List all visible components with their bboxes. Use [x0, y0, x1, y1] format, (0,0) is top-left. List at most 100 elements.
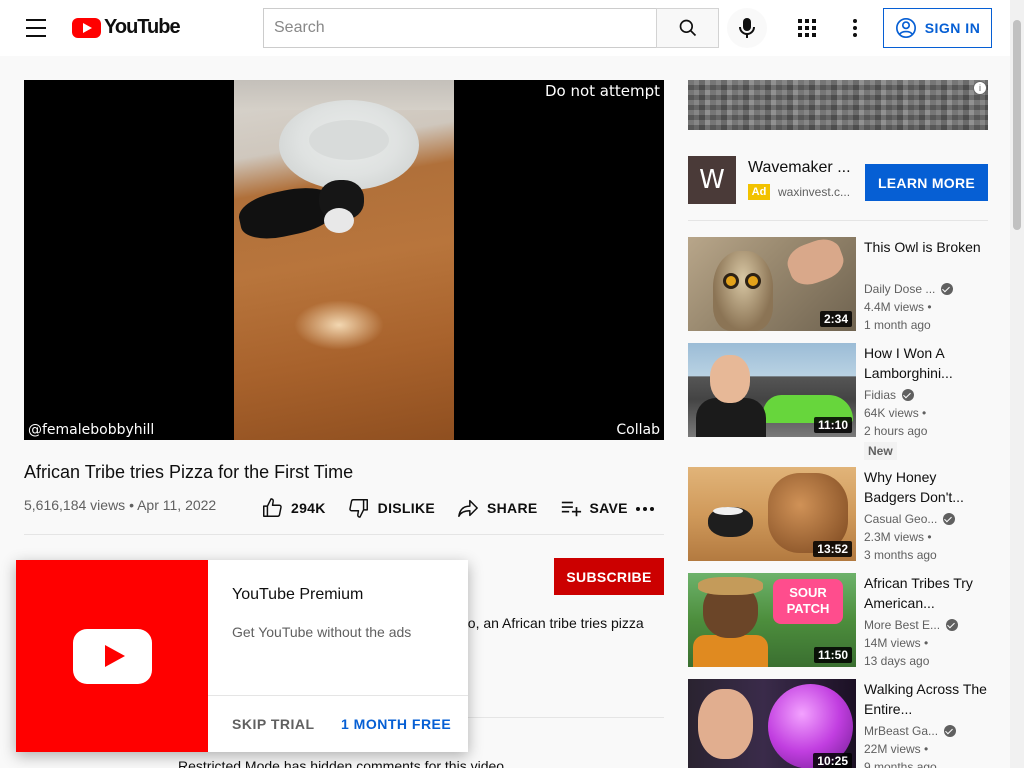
- recommended-video[interactable]: 13:52 Why Honey Badgers Don't... Casual …: [688, 467, 988, 562]
- premium-subtitle: Get YouTube without the ads: [232, 624, 412, 640]
- advertiser-avatar: W: [688, 156, 736, 204]
- ad-badge: Ad: [748, 184, 770, 200]
- advertiser-name: Wavemaker ...: [748, 159, 851, 176]
- video-player[interactable]: Do not attempt @femalebobbyhill Collab: [24, 80, 664, 440]
- upload-age: 3 months ago: [864, 548, 937, 562]
- video-title[interactable]: Why Honey Badgers Don't...: [864, 467, 988, 507]
- free-trial-button[interactable]: 1 MONTH FREE: [341, 716, 451, 732]
- save-button[interactable]: SAVE: [560, 497, 628, 519]
- restricted-mode-notice: Restricted Mode has hidden comments for …: [178, 758, 508, 768]
- recommended-video[interactable]: SOUR PATCH 11:50 African Tribes Try Amer…: [688, 573, 988, 668]
- view-count: 2.3M views •: [864, 530, 932, 544]
- voice-search-button[interactable]: [727, 8, 767, 48]
- upload-age: 1 month ago: [864, 318, 931, 332]
- divider: [688, 220, 988, 221]
- dislike-label: DISLIKE: [377, 500, 435, 516]
- youtube-play-icon: [72, 628, 152, 684]
- share-icon: [458, 499, 478, 517]
- video-caption-collab: Collab: [616, 422, 660, 438]
- video-thumbnail[interactable]: 2:34: [688, 237, 856, 331]
- advertiser-domain: waxinvest.c...: [778, 185, 851, 199]
- divider: [208, 695, 468, 696]
- view-count: 64K views •: [864, 406, 927, 420]
- channel-name[interactable]: Casual Geo...: [864, 512, 956, 526]
- video-duration: 11:50: [813, 647, 852, 663]
- recommended-video[interactable]: 11:10 How I Won A Lamborghini... Fidias …: [688, 343, 988, 460]
- masthead: YouTube SIGN IN: [0, 0, 1010, 56]
- recommended-video[interactable]: 10:25 Walking Across The Entire... MrBea…: [688, 679, 988, 768]
- ad-banner-image[interactable]: [688, 80, 988, 130]
- video-duration: 10:25: [813, 753, 852, 768]
- video-thumbnail[interactable]: SOUR PATCH 11:50: [688, 573, 856, 667]
- search-input[interactable]: [263, 8, 656, 48]
- video-thumbnail[interactable]: 10:25: [688, 679, 856, 768]
- new-badge: New: [864, 442, 897, 460]
- video-duration: 2:34: [819, 311, 852, 327]
- more-actions-icon[interactable]: [635, 499, 655, 519]
- verified-icon: [902, 389, 915, 401]
- youtube-logo[interactable]: YouTube: [72, 16, 181, 39]
- video-title[interactable]: How I Won A Lamborghini...: [864, 343, 988, 383]
- upload-age: 2 hours ago: [864, 424, 928, 438]
- account-icon: [895, 18, 916, 38]
- video-caption-top: Do not attempt: [544, 82, 660, 100]
- dog-bed-image: [279, 100, 419, 190]
- premium-promo-dialog: YouTube Premium Get YouTube without the …: [16, 560, 468, 752]
- skip-trial-button[interactable]: SKIP TRIAL: [232, 716, 315, 732]
- premium-title: YouTube Premium: [232, 586, 364, 603]
- video-actions: 294K DISLIKE SHARE SAVE: [255, 492, 650, 524]
- channel-name[interactable]: More Best E...: [864, 618, 959, 632]
- thumbs-up-icon: [263, 498, 282, 517]
- search-box: [263, 8, 719, 48]
- video-description: eo, an African tribe tries pizza: [460, 615, 644, 631]
- page-scrollbar[interactable]: [1010, 0, 1024, 768]
- channel-name-text: MrBeast Ga...: [864, 724, 939, 738]
- recommended-video[interactable]: 2:34 This Owl is Broken Daily Dose ... 4…: [688, 237, 988, 332]
- video-view-date: 5,616,184 views • Apr 11, 2022: [24, 497, 217, 513]
- sign-in-label: SIGN IN: [924, 20, 981, 36]
- video-duration: 13:52: [813, 541, 852, 557]
- channel-name[interactable]: Fidias: [864, 388, 915, 402]
- divider: [24, 534, 664, 535]
- dog-image: [235, 180, 369, 260]
- like-count: 294K: [291, 500, 326, 516]
- video-title[interactable]: African Tribes Try American...: [864, 573, 988, 613]
- channel-name[interactable]: Daily Dose ...: [864, 282, 954, 296]
- channel-name[interactable]: MrBeast Ga...: [864, 724, 957, 738]
- hamburger-menu-icon[interactable]: [24, 16, 48, 40]
- apps-grid-icon[interactable]: [795, 16, 819, 40]
- video-thumbnail[interactable]: 13:52: [688, 467, 856, 561]
- search-button[interactable]: [656, 8, 719, 48]
- dislike-button[interactable]: DISLIKE: [348, 497, 435, 519]
- video-thumbnail[interactable]: 11:10: [688, 343, 856, 437]
- settings-more-icon[interactable]: [843, 16, 867, 40]
- thumbs-down-icon: [348, 499, 368, 518]
- video-frame: [234, 80, 454, 440]
- share-button[interactable]: SHARE: [457, 497, 538, 519]
- view-count: 22M views •: [864, 742, 929, 756]
- ad-info-icon[interactable]: i: [973, 81, 987, 95]
- view-count: 14M views •: [864, 636, 929, 650]
- premium-logo-panel: [16, 560, 208, 752]
- verified-icon: [946, 619, 959, 631]
- channel-name-text: More Best E...: [864, 618, 941, 632]
- verified-icon: [941, 283, 954, 295]
- video-duration: 11:10: [813, 417, 852, 433]
- like-button[interactable]: 294K: [261, 497, 326, 519]
- logo-text: YouTube: [104, 16, 181, 38]
- share-label: SHARE: [487, 500, 538, 516]
- channel-name-text: Fidias: [864, 388, 897, 402]
- upload-age: 9 months ago: [864, 760, 937, 768]
- video-title[interactable]: This Owl is Broken: [864, 237, 988, 257]
- view-count: 4.4M views •: [864, 300, 932, 314]
- scrollbar-thumb[interactable]: [1013, 20, 1021, 230]
- learn-more-button[interactable]: LEARN MORE: [865, 164, 988, 201]
- thumbnail-text: SOUR PATCH: [773, 579, 843, 624]
- video-title[interactable]: Walking Across The Entire...: [864, 679, 988, 719]
- playlist-add-icon: [561, 501, 581, 517]
- verified-icon: [943, 513, 956, 525]
- channel-name-text: Casual Geo...: [864, 512, 938, 526]
- microphone-icon: [739, 18, 755, 38]
- subscribe-button[interactable]: SUBSCRIBE: [554, 558, 664, 595]
- sign-in-button[interactable]: SIGN IN: [883, 8, 992, 48]
